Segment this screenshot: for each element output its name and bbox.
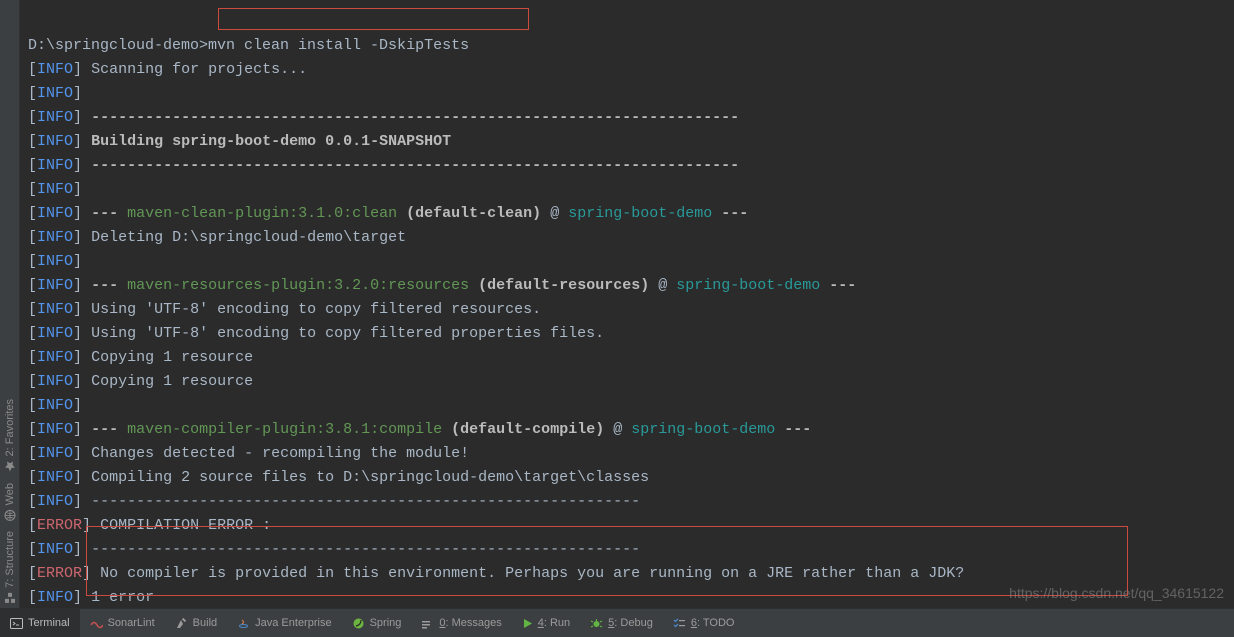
log-text: --- (784, 421, 811, 438)
log-level-info: INFO (37, 205, 73, 222)
log-text: Copying 1 resource (91, 373, 253, 390)
log-level-error: ERROR (37, 517, 82, 534)
java-enterprise-icon (237, 617, 250, 630)
log-text: Copying 1 resource (91, 349, 253, 366)
gutter-web[interactable]: Web (4, 483, 16, 521)
gutter-web-label: Web (4, 483, 16, 505)
messages-icon (421, 617, 434, 630)
log-text: Deleting D:\springcloud-demo\target (91, 229, 406, 246)
tool-run[interactable]: 4: Run (512, 609, 580, 637)
log-level-info: INFO (37, 157, 73, 174)
log-text: --- (829, 277, 856, 294)
gutter-structure-label: 7: Structure (4, 531, 16, 588)
tool-todo[interactable]: 6: TODO (663, 609, 745, 637)
sonarlint-icon (90, 617, 103, 630)
log-level-info: INFO (37, 589, 73, 606)
tool-build-label: Build (193, 617, 217, 629)
structure-icon (4, 592, 16, 604)
left-tool-gutter: 7: Structure Web 2: Favorites (0, 0, 20, 608)
build-icon (175, 617, 188, 630)
log-goal: (default-resources) (478, 277, 649, 294)
log-text: @ (658, 277, 667, 294)
prompt-path: D:\springcloud-demo> (28, 37, 208, 54)
log-divider: ----------------------------------------… (91, 493, 640, 510)
log-text: Using 'UTF-8' encoding to copy filtered … (91, 301, 541, 318)
log-text: Compiling 2 source files to D:\springclo… (91, 469, 649, 486)
watermark: https://blog.csdn.net/qq_34615122 (1009, 585, 1224, 601)
log-text: Changes detected - recompiling the modul… (91, 445, 469, 462)
terminal-icon (10, 617, 23, 630)
tool-sonarlint-label: SonarLint (108, 617, 155, 629)
log-error-text: COMPILATION ERROR : (100, 517, 271, 534)
log-plugin: maven-clean-plugin:3.1.0:clean (127, 205, 397, 222)
todo-icon (673, 617, 686, 630)
log-level-info: INFO (37, 277, 73, 294)
log-level-info: INFO (37, 85, 73, 102)
tool-spring-label: Spring (370, 617, 402, 629)
tool-debug[interactable]: 5: Debug (580, 609, 663, 637)
log-divider: ----------------------------------------… (91, 109, 739, 126)
bottom-toolbar: Terminal SonarLint Build Java Enterprise… (0, 608, 1234, 637)
log-project: spring-boot-demo (631, 421, 775, 438)
log-level-info: INFO (37, 109, 73, 126)
debug-icon (590, 617, 603, 630)
log-level-info: INFO (37, 253, 73, 270)
log-level-info: INFO (37, 61, 73, 78)
tool-terminal[interactable]: Terminal (0, 609, 80, 637)
log-level-error: ERROR (37, 565, 82, 582)
log-level-info: INFO (37, 301, 73, 318)
spring-icon (352, 617, 365, 630)
log-level-info: INFO (37, 493, 73, 510)
log-level-info: INFO (37, 181, 73, 198)
gutter-favorites-label: 2: Favorites (4, 399, 16, 456)
log-level-info: INFO (37, 133, 73, 150)
log-error-text: No compiler is provided in this environm… (100, 565, 964, 582)
tool-messages-label: 0: Messages (439, 617, 501, 629)
log-text: --- (91, 205, 118, 222)
log-divider: ----------------------------------------… (91, 157, 739, 174)
log-plugin: maven-resources-plugin:3.2.0:resources (127, 277, 469, 294)
tool-run-label: 4: Run (538, 617, 570, 629)
log-goal: (default-compile) (451, 421, 604, 438)
log-text: --- (91, 421, 118, 438)
terminal-output[interactable]: D:\springcloud-demo>mvn clean install -D… (20, 0, 1234, 608)
log-goal: (default-clean) (406, 205, 541, 222)
tool-spring[interactable]: Spring (342, 609, 412, 637)
tool-sonarlint[interactable]: SonarLint (80, 609, 165, 637)
log-level-info: INFO (37, 445, 73, 462)
tool-terminal-label: Terminal (28, 617, 70, 629)
star-icon (4, 461, 16, 473)
log-text: @ (550, 205, 559, 222)
tool-todo-label: 6: TODO (691, 617, 735, 629)
log-level-info: INFO (37, 541, 73, 558)
log-project: spring-boot-demo (568, 205, 712, 222)
log-plugin: maven-compiler-plugin:3.8.1:compile (127, 421, 442, 438)
log-level-info: INFO (37, 397, 73, 414)
tool-messages[interactable]: 0: Messages (411, 609, 511, 637)
log-building: Building spring-boot-demo 0.0.1-SNAPSHOT (91, 133, 451, 150)
log-text: --- (91, 277, 118, 294)
log-text: Using 'UTF-8' encoding to copy filtered … (91, 325, 604, 342)
log-project: spring-boot-demo (676, 277, 820, 294)
log-level-info: INFO (37, 373, 73, 390)
log-text: 1 error (91, 589, 154, 606)
run-icon (522, 618, 533, 629)
log-level-info: INFO (37, 229, 73, 246)
log-level-info: INFO (37, 421, 73, 438)
log-level-info: INFO (37, 325, 73, 342)
tool-java-enterprise-label: Java Enterprise (255, 617, 331, 629)
log-text: Scanning for projects... (91, 61, 307, 78)
tool-debug-label: 5: Debug (608, 617, 653, 629)
web-icon (4, 509, 16, 521)
prompt-command: mvn clean install -DskipTests (208, 37, 469, 54)
gutter-structure[interactable]: 7: Structure (4, 531, 16, 604)
log-level-info: INFO (37, 349, 73, 366)
tool-build[interactable]: Build (165, 609, 227, 637)
log-text: --- (721, 205, 748, 222)
gutter-favorites[interactable]: 2: Favorites (4, 399, 16, 472)
log-divider: ----------------------------------------… (91, 541, 640, 558)
log-level-info: INFO (37, 469, 73, 486)
log-text: @ (613, 421, 622, 438)
tool-java-enterprise[interactable]: Java Enterprise (227, 609, 341, 637)
